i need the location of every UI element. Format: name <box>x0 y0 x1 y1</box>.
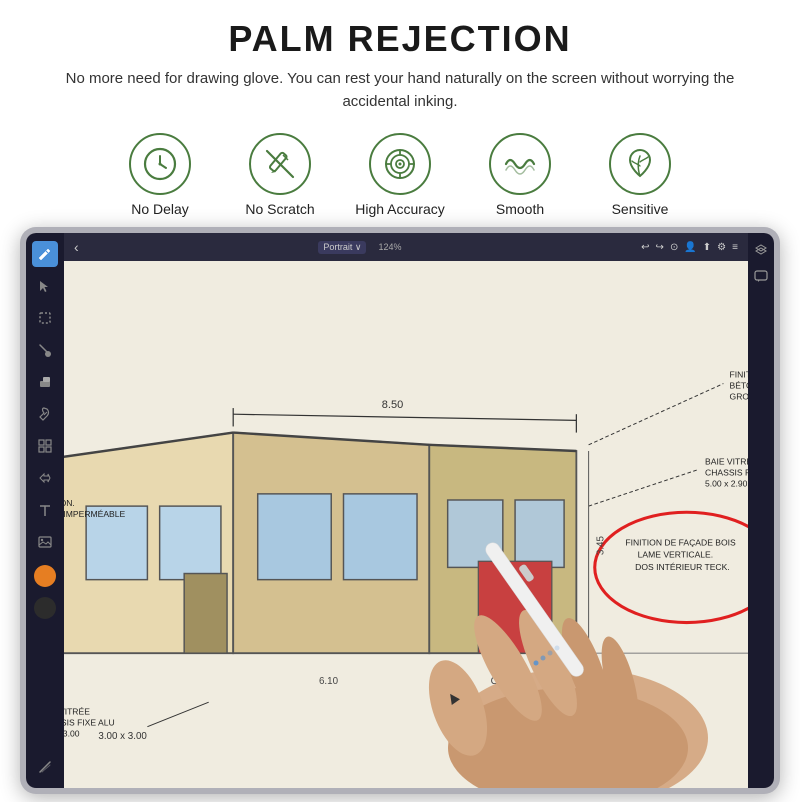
svg-text:5.00 x 2.90: 5.00 x 2.90 <box>705 479 748 489</box>
features-row: No Delay No Scratch <box>0 119 800 227</box>
sidebar-select-icon[interactable] <box>32 305 58 331</box>
gear-button[interactable]: ⚙ <box>717 242 726 253</box>
sidebar-image-icon[interactable] <box>32 529 58 555</box>
svg-text:LAME VERTICALE.: LAME VERTICALE. <box>638 550 714 560</box>
svg-text:3.00 x 3.00: 3.00 x 3.00 <box>64 729 80 739</box>
tablet-container: ‹ Portrait ∨ 124% ↩ ↪ ⊙ 👤 ⬆ ⚙ ≡ <box>20 227 780 794</box>
sensitive-label: Sensitive <box>612 201 669 217</box>
user-button[interactable]: 👤 <box>684 242 696 253</box>
smooth-icon-circle <box>489 133 551 195</box>
sidebar-transform-icon[interactable] <box>32 465 58 491</box>
leaf-icon <box>622 146 658 182</box>
app-topbar: ‹ Portrait ∨ 124% ↩ ↪ ⊙ 👤 ⬆ ⚙ ≡ <box>64 233 748 261</box>
undo-button[interactable]: ↩ <box>641 242 649 253</box>
no-delay-icon-circle <box>129 133 191 195</box>
pencil-slash-icon <box>262 146 298 182</box>
sidebar-smudge-icon[interactable] <box>32 754 58 780</box>
sidebar-primary-color[interactable] <box>34 565 56 587</box>
svg-text:BAIE VITRÉE: BAIE VITRÉE <box>705 456 748 466</box>
right-layers-icon[interactable] <box>752 241 770 259</box>
title-section: PALM REJECTION No more need for drawing … <box>0 0 800 119</box>
topbar-left: ‹ <box>74 239 79 255</box>
topbar-center: Portrait ∨ 124% <box>318 241 401 254</box>
right-chat-icon[interactable] <box>752 267 770 285</box>
svg-text:DOS INTÉRIEUR TECK.: DOS INTÉRIEUR TECK. <box>635 562 730 572</box>
target-icon <box>382 146 418 182</box>
svg-text:FINITION DE FAÇADE BOIS: FINITION DE FAÇADE BOIS <box>625 537 736 547</box>
clock-icon <box>142 146 178 182</box>
sidebar-text-icon[interactable] <box>32 497 58 523</box>
back-button[interactable]: ‹ <box>74 239 79 255</box>
menu-button[interactable]: ≡ <box>732 242 738 253</box>
page-title: PALM REJECTION <box>20 18 780 60</box>
tablet-screen: ‹ Portrait ∨ 124% ↩ ↪ ⊙ 👤 ⬆ ⚙ ≡ <box>26 233 774 788</box>
page-subtitle: No more need for drawing glove. You can … <box>60 68 740 113</box>
feature-no-delay: No Delay <box>115 133 205 217</box>
wave-icon <box>502 146 538 182</box>
drawing-area[interactable]: 8.50 FINITION FACADE. BÉTON TEINTÉ CLAIR… <box>64 261 748 788</box>
high-accuracy-icon-circle <box>369 133 431 195</box>
app-sidebar <box>26 233 64 788</box>
svg-text:3.45: 3.45 <box>595 536 606 556</box>
svg-text:BAIE VITRÉE: BAIE VITRÉE <box>64 706 90 716</box>
settings-button[interactable]: ⊙ <box>670 242 678 253</box>
no-scratch-label: No Scratch <box>245 201 314 217</box>
sketch-svg: 8.50 FINITION FACADE. BÉTON TEINTÉ CLAIR… <box>64 261 748 788</box>
svg-text:3.00 x 3.00: 3.00 x 3.00 <box>98 731 147 742</box>
feature-high-accuracy: High Accuracy <box>355 133 445 217</box>
share-button[interactable]: ⬆ <box>703 242 711 253</box>
svg-text:CHASSIS FIXE ALU: CHASSIS FIXE ALU <box>705 467 748 477</box>
feature-smooth: Smooth <box>475 133 565 217</box>
sensitive-icon-circle <box>609 133 671 195</box>
feature-sensitive: Sensitive <box>595 133 685 217</box>
screen-content: ‹ Portrait ∨ 124% ↩ ↪ ⊙ 👤 ⬆ ⚙ ≡ <box>64 233 748 788</box>
zoom-level: 124% <box>378 242 401 252</box>
high-accuracy-label: High Accuracy <box>355 201 444 217</box>
feature-no-scratch: No Scratch <box>235 133 325 217</box>
portrait-badge[interactable]: Portrait ∨ <box>318 241 366 254</box>
sidebar-pencil-icon[interactable] <box>32 241 58 267</box>
svg-text:GROS GRÉNITE.: GROS GRÉNITE. <box>730 391 748 401</box>
sidebar-brush-icon[interactable] <box>32 337 58 363</box>
smooth-label: Smooth <box>496 201 544 217</box>
svg-text:TRAITEMENT IMPERMÉABLE: TRAITEMENT IMPERMÉABLE <box>64 509 126 519</box>
no-delay-label: No Delay <box>131 201 189 217</box>
svg-text:FINITION FACADE.: FINITION FACADE. <box>730 369 748 379</box>
topbar-right: ↩ ↪ ⊙ 👤 ⬆ ⚙ ≡ <box>641 242 738 253</box>
sidebar-cursor-icon[interactable] <box>32 273 58 299</box>
sidebar-secondary-color[interactable] <box>34 597 56 619</box>
svg-text:BÉTON TEINTÉ CLAIR: BÉTON TEINTÉ CLAIR <box>730 380 748 390</box>
no-scratch-icon-circle <box>249 133 311 195</box>
svg-text:8.50: 8.50 <box>382 399 403 411</box>
page-wrapper: PALM REJECTION No more need for drawing … <box>0 0 800 802</box>
sidebar-eyedrop-icon[interactable] <box>32 401 58 427</box>
svg-text:FAÇADE BÉTON.: FAÇADE BÉTON. <box>64 498 75 508</box>
redo-button[interactable]: ↪ <box>656 242 664 253</box>
svg-text:6.10: 6.10 <box>319 676 339 687</box>
svg-text:C.P: C.P <box>491 676 508 687</box>
svg-text:CHASSIS FIXE ALU: CHASSIS FIXE ALU <box>64 717 115 727</box>
sidebar-shapes-icon[interactable] <box>32 433 58 459</box>
sidebar-eraser-icon[interactable] <box>32 369 58 395</box>
right-panel <box>748 233 774 788</box>
